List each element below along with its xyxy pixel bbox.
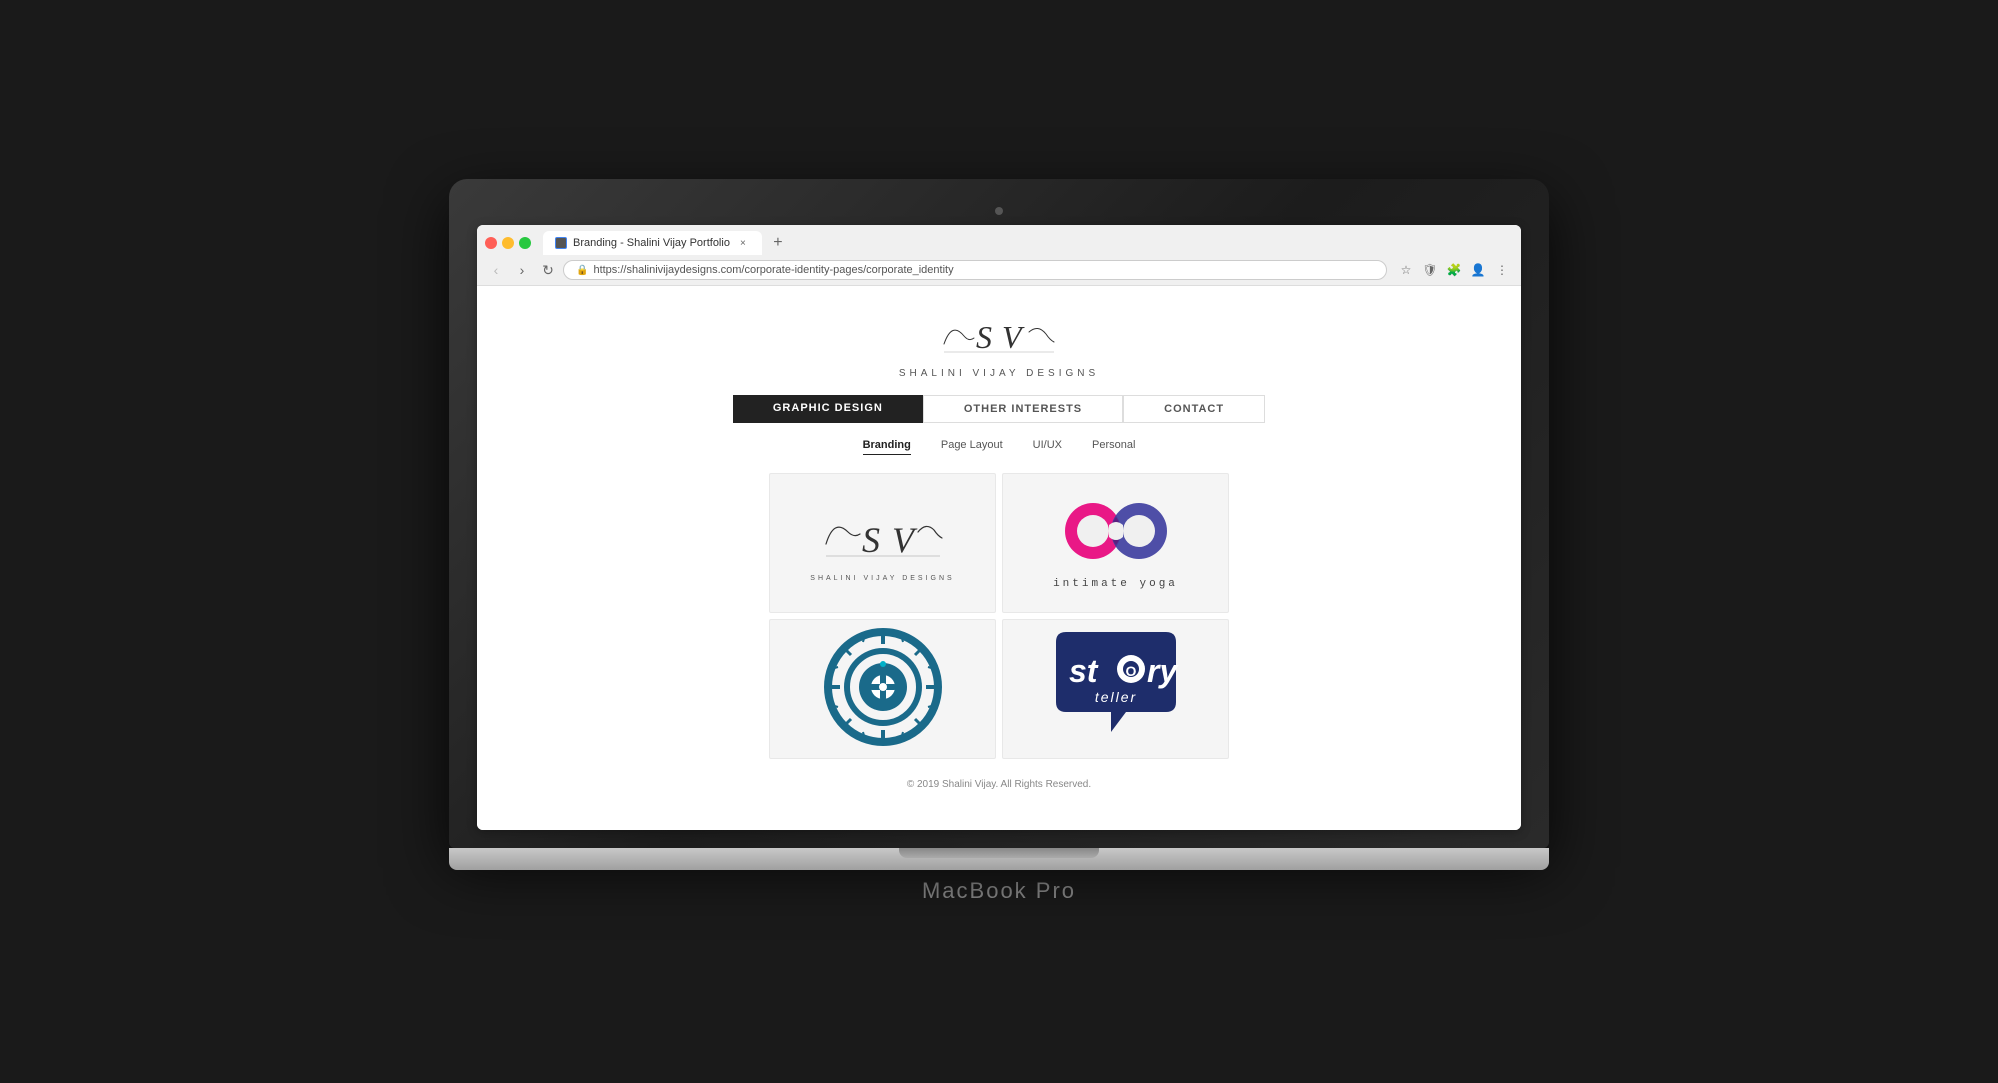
- portfolio-item-storyteller[interactable]: st O ry teller: [1002, 619, 1229, 759]
- main-navigation: GRAPHIC DESIGN OTHER INTERESTS CONTACT: [497, 395, 1501, 423]
- lock-icon: 🔒: [576, 265, 588, 276]
- macbook-base: [449, 848, 1549, 870]
- sv-logo-content: S V SHALINI VIJAY DESIGNS: [800, 494, 964, 592]
- subnav-uiux[interactable]: UI/UX: [1033, 439, 1062, 455]
- url-text: https://shalinivijaydesigns.com/corporat…: [593, 264, 953, 276]
- portfolio-item-yoga[interactable]: intimate yoga: [1002, 473, 1229, 613]
- screen-bezel: Branding - Shalini Vijay Portfolio × + ‹…: [449, 179, 1549, 848]
- portfolio-item-sv-logo[interactable]: S V SHALINI VIJAY DESIGNS: [769, 473, 996, 613]
- svg-text:st: st: [1069, 653, 1099, 689]
- macbook-hinge: [899, 848, 1099, 858]
- svg-text:S: S: [862, 520, 880, 560]
- nav-graphic-design[interactable]: GRAPHIC DESIGN: [733, 395, 923, 423]
- menu-icon[interactable]: ⋮: [1491, 259, 1513, 281]
- site-logo-svg: S V: [934, 306, 1064, 361]
- minimize-button[interactable]: [502, 237, 514, 249]
- macbook-model-label: MacBook Pro: [449, 878, 1549, 904]
- browser-toolbar: ☆ 🛡 🧩 👤 ⋮: [1395, 259, 1513, 281]
- copyright-text: © 2019 Shalini Vijay. All Rights Reserve…: [907, 779, 1091, 790]
- sv-logo-svg: S V: [818, 504, 948, 566]
- nav-contact[interactable]: CONTACT: [1123, 395, 1265, 423]
- address-bar: ‹ › ↻ 🔒 https://shalinivijaydesigns.com/…: [477, 255, 1521, 285]
- camera: [995, 207, 1003, 215]
- page-footer: © 2019 Shalini Vijay. All Rights Reserve…: [497, 759, 1501, 810]
- close-button[interactable]: [485, 237, 497, 249]
- portfolio-grid: S V SHALINI VIJAY DESIGNS: [769, 473, 1229, 759]
- tab-close-icon[interactable]: ×: [736, 236, 750, 250]
- site-brand-name: SHALINI VIJAY DESIGNS: [497, 368, 1501, 379]
- portfolio-item-target[interactable]: [769, 619, 996, 759]
- tab-bar: Branding - Shalini Vijay Portfolio × +: [477, 225, 1521, 255]
- window-controls: [485, 237, 531, 249]
- target-logo-svg: [818, 622, 948, 752]
- svg-text:V: V: [892, 520, 918, 560]
- profile-icon[interactable]: 👤: [1467, 259, 1489, 281]
- storyteller-svg: st O ry teller: [1041, 627, 1191, 747]
- svg-text:O: O: [1125, 663, 1136, 679]
- subnav-page-layout[interactable]: Page Layout: [941, 439, 1003, 455]
- yoga-brand-text: intimate yoga: [1046, 578, 1186, 590]
- refresh-button[interactable]: ↻: [537, 259, 559, 281]
- forward-button[interactable]: ›: [511, 259, 533, 281]
- tab-favicon: [555, 237, 567, 249]
- svg-text:teller: teller: [1094, 689, 1136, 705]
- nav-other-interests[interactable]: OTHER INTERESTS: [923, 395, 1123, 423]
- yoga-logo-content: intimate yoga: [1036, 487, 1196, 600]
- subnav-branding[interactable]: Branding: [863, 439, 911, 455]
- browser-window: Branding - Shalini Vijay Portfolio × + ‹…: [477, 225, 1521, 830]
- svg-text:ry: ry: [1147, 653, 1179, 689]
- shield-icon[interactable]: 🛡: [1419, 259, 1441, 281]
- macbook-frame: Branding - Shalini Vijay Portfolio × + ‹…: [449, 179, 1549, 904]
- sv-brand-text: SHALINI VIJAY DESIGNS: [810, 575, 954, 582]
- url-bar[interactable]: 🔒 https://shalinivijaydesigns.com/corpor…: [563, 260, 1387, 280]
- site-logo-area: S V SHALINI VIJAY DESIGNS: [497, 306, 1501, 379]
- subnav-personal[interactable]: Personal: [1092, 439, 1135, 455]
- page-content: S V SHALINI VIJAY DESIGNS GRAPHIC DESIGN: [477, 286, 1521, 830]
- extensions-icon[interactable]: 🧩: [1443, 259, 1465, 281]
- svg-text:V: V: [1002, 319, 1025, 355]
- browser-chrome: Branding - Shalini Vijay Portfolio × + ‹…: [477, 225, 1521, 286]
- storyteller-logo-content: st O ry teller: [1041, 627, 1191, 752]
- back-button[interactable]: ‹: [485, 259, 507, 281]
- yoga-infinity-svg: [1046, 497, 1186, 567]
- maximize-button[interactable]: [519, 237, 531, 249]
- bookmark-icon[interactable]: ☆: [1395, 259, 1417, 281]
- active-tab[interactable]: Branding - Shalini Vijay Portfolio ×: [543, 231, 762, 255]
- sub-navigation: Branding Page Layout UI/UX Personal: [497, 439, 1501, 455]
- target-logo-content: [818, 622, 948, 757]
- svg-text:S: S: [976, 319, 992, 355]
- new-tab-button[interactable]: +: [766, 231, 790, 255]
- tab-title: Branding - Shalini Vijay Portfolio: [573, 237, 730, 249]
